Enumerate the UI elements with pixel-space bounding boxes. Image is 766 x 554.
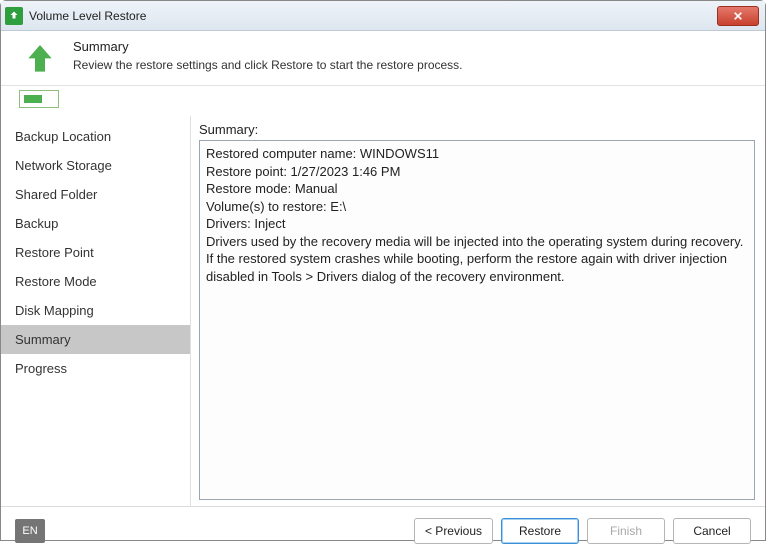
summary-label: Summary:: [199, 122, 755, 137]
sidebar-item-shared-folder[interactable]: Shared Folder: [1, 180, 190, 209]
summary-line: Drivers: Inject: [206, 215, 748, 233]
header-subtitle: Review the restore settings and click Re…: [73, 58, 463, 72]
footer: EN < Previous Restore Finish Cancel: [1, 506, 765, 554]
titlebar: Volume Level Restore: [1, 1, 765, 31]
sidebar-item-disk-mapping[interactable]: Disk Mapping: [1, 296, 190, 325]
sidebar-item-restore-mode[interactable]: Restore Mode: [1, 267, 190, 296]
summary-line: Volume(s) to restore: E:\: [206, 198, 748, 216]
header: Summary Review the restore settings and …: [1, 31, 765, 86]
sidebar-item-backup-location[interactable]: Backup Location: [1, 122, 190, 151]
app-icon: [5, 7, 23, 25]
body: Backup Location Network Storage Shared F…: [1, 116, 765, 506]
restore-button[interactable]: Restore: [501, 518, 579, 544]
finish-button: Finish: [587, 518, 665, 544]
close-icon: [733, 11, 743, 21]
restore-arrow-icon: [19, 39, 61, 81]
sidebar-item-restore-point[interactable]: Restore Point: [1, 238, 190, 267]
sidebar-item-progress[interactable]: Progress: [1, 354, 190, 383]
summary-text-box[interactable]: Restored computer name: WINDOWS11 Restor…: [199, 140, 755, 500]
wizard-sidebar: Backup Location Network Storage Shared F…: [1, 116, 191, 506]
sidebar-item-backup[interactable]: Backup: [1, 209, 190, 238]
progress-bar-icon: [24, 95, 42, 103]
summary-line: Drivers used by the recovery media will …: [206, 233, 748, 286]
close-button[interactable]: [717, 6, 759, 26]
summary-line: Restore mode: Manual: [206, 180, 748, 198]
main-panel: Summary: Restored computer name: WINDOWS…: [191, 116, 765, 506]
header-title: Summary: [73, 39, 463, 54]
summary-line: Restore point: 1/27/2023 1:46 PM: [206, 163, 748, 181]
window-title: Volume Level Restore: [29, 9, 717, 23]
previous-button[interactable]: < Previous: [414, 518, 493, 544]
header-text: Summary Review the restore settings and …: [73, 39, 463, 72]
cancel-button[interactable]: Cancel: [673, 518, 751, 544]
summary-line: Restored computer name: WINDOWS11: [206, 145, 748, 163]
sidebar-item-network-storage[interactable]: Network Storage: [1, 151, 190, 180]
progress-step-icon: [19, 90, 59, 108]
sidebar-item-summary[interactable]: Summary: [1, 325, 190, 354]
language-button[interactable]: EN: [15, 519, 45, 543]
